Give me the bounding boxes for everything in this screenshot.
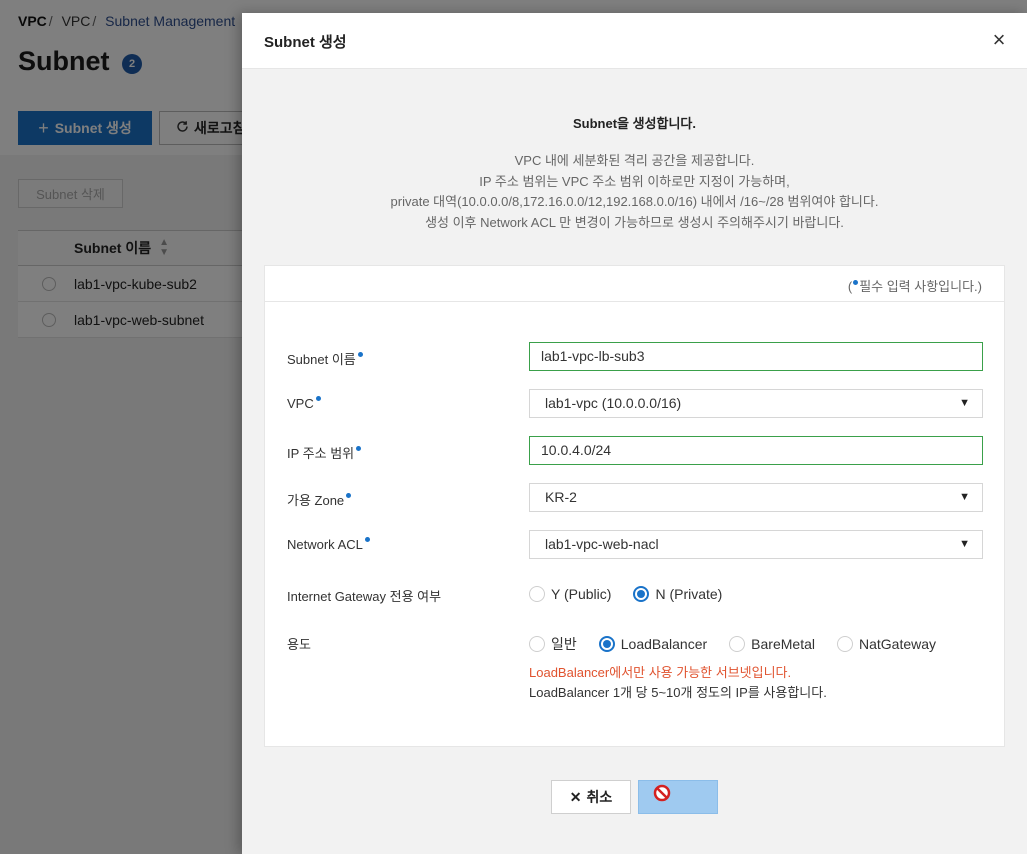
intro-line: IP 주소 범위는 VPC 주소 범위 이하로만 지정이 가능하며, — [479, 173, 790, 189]
radio-button-checked[interactable] — [633, 586, 650, 602]
network-acl-label: Network ACL — [287, 537, 371, 552]
intro-line: private 대역(10.0.0.0/8,172.16.0.0/12,192.… — [390, 194, 879, 210]
network-acl-select[interactable]: lab1-vpc-web-nacl ▼ — [529, 530, 983, 559]
divider — [265, 301, 1004, 302]
create-subnet-modal: Subnet 생성 × Subnet을 생성합니다. VPC 내에 세분화된 격… — [242, 13, 1027, 854]
cancel-button[interactable]: ✕ 취소 — [551, 780, 631, 814]
radio-button[interactable] — [529, 586, 545, 602]
subnet-form: (필수 입력 사항입니다.) Subnet 이름 lab1-vpc-lb-sub… — [264, 265, 1005, 747]
radio-button[interactable] — [836, 636, 853, 652]
igw-option-public[interactable]: Y (Public) — [529, 586, 611, 602]
required-dot-icon — [346, 493, 352, 498]
radio-button[interactable] — [529, 636, 545, 652]
close-icon[interactable]: × — [989, 29, 1009, 51]
usage-info: LoadBalancer 1개 당 5~10개 정도의 IP를 사용합니다. — [529, 685, 827, 700]
vpc-select[interactable]: lab1-vpc (10.0.0.0/16) ▼ — [529, 389, 983, 418]
usage-warning: LoadBalancer에서만 사용 가능한 서브넷입니다. — [529, 665, 792, 680]
network-acl-select-value: lab1-vpc-web-nacl — [545, 536, 659, 552]
zone-select[interactable]: KR-2 ▼ — [529, 483, 983, 512]
usage-option-general[interactable]: 일반 — [529, 634, 577, 654]
caret-down-icon: ▼ — [959, 538, 970, 550]
modal-title: Subnet 생성 — [264, 34, 347, 51]
not-allowed-cursor-icon — [653, 784, 671, 805]
ip-range-input[interactable]: 10.0.4.0/24 — [529, 436, 983, 465]
close-icon: ✕ — [569, 788, 582, 805]
igw-label: Internet Gateway 전용 여부 — [287, 589, 442, 604]
usage-option-loadbalancer[interactable]: LoadBalancer — [598, 636, 707, 652]
intro-line: VPC 내에 세분화된 격리 공간을 제공합니다. — [514, 153, 755, 168]
usage-option-baremetal[interactable]: BareMetal — [729, 636, 815, 652]
modal-footer: ✕ 취소 — [242, 780, 1027, 814]
required-dot-icon — [357, 352, 363, 357]
igw-radio-group: Y (Public) N (Private) — [529, 586, 744, 602]
required-dot-icon — [364, 537, 370, 542]
radio-button[interactable] — [729, 636, 746, 652]
modal-intro: Subnet을 생성합니다. VPC 내에 세분화된 격리 공간을 제공합니다.… — [242, 113, 1027, 233]
subnet-name-input[interactable]: lab1-vpc-lb-sub3 — [529, 342, 983, 371]
caret-down-icon: ▼ — [959, 491, 970, 503]
required-dot-icon — [315, 396, 321, 401]
usage-option-natgateway[interactable]: NatGateway — [836, 636, 936, 652]
zone-select-value: KR-2 — [545, 489, 577, 505]
subnet-name-label: Subnet 이름 — [287, 349, 364, 368]
required-dot-icon — [853, 280, 859, 285]
radio-button-checked[interactable] — [598, 636, 615, 652]
required-dot-icon — [356, 446, 362, 451]
vpc-select-value: lab1-vpc (10.0.0.0/16) — [545, 395, 682, 411]
igw-option-private[interactable]: N (Private) — [633, 586, 722, 602]
required-note: (필수 입력 사항입니다.) — [847, 279, 982, 294]
ip-range-label: IP 주소 범위 — [287, 443, 362, 462]
usage-radio-group: 일반 LoadBalancer BareMetal NatGateway — [529, 634, 958, 654]
intro-title: Subnet을 생성합니다. — [572, 116, 697, 131]
usage-label: 용도 — [287, 637, 311, 652]
vpc-label: VPC — [287, 396, 322, 411]
caret-down-icon: ▼ — [959, 397, 970, 409]
confirm-button[interactable] — [638, 780, 718, 814]
zone-label: 가용 Zone — [287, 490, 352, 509]
intro-line: 생성 이후 Network ACL 만 변경이 가능하므로 생성시 주의해주시기… — [425, 214, 844, 230]
modal-header: Subnet 생성 × — [242, 13, 1027, 69]
